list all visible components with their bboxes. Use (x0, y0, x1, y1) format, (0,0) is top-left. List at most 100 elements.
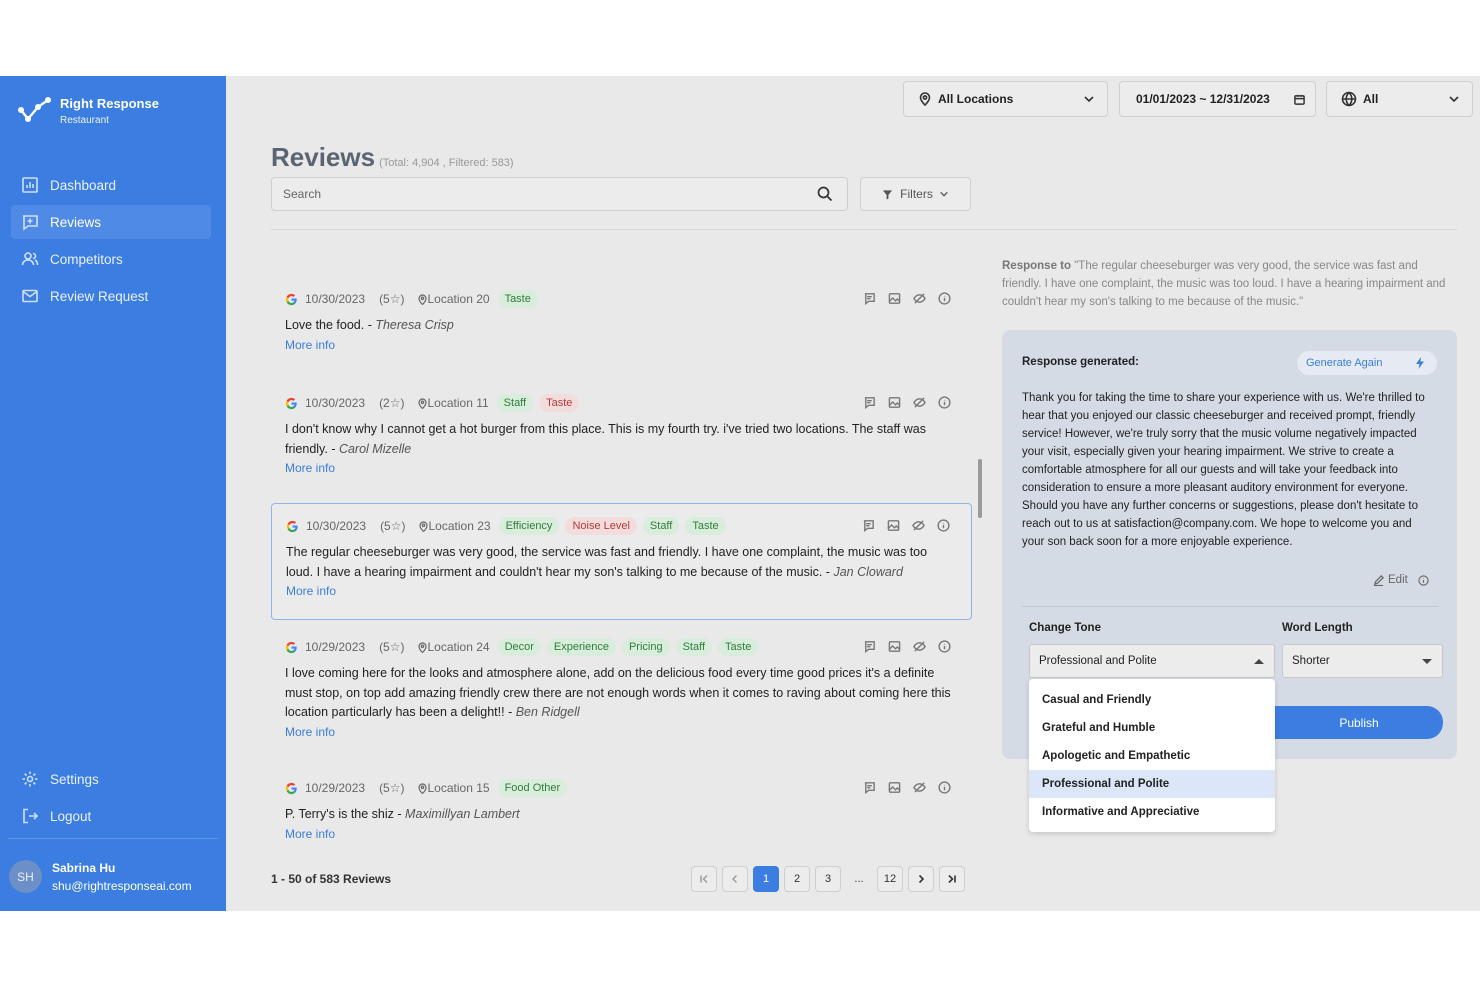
hide-icon[interactable] (913, 396, 927, 410)
sidebar: Right Response Restaurant Dashboard Revi… (0, 76, 226, 911)
tone-option[interactable]: Informative and Appreciative (1029, 798, 1275, 826)
review-item[interactable]: 10/29/2023 (5☆) Location 24 Decor Experience… (271, 637, 972, 742)
search-input[interactable] (283, 187, 803, 201)
last-page-button[interactable] (939, 866, 965, 892)
more-info-link[interactable]: More info (286, 582, 957, 601)
info-icon[interactable] (1418, 574, 1429, 586)
reply-icon[interactable] (862, 519, 876, 533)
sidebar-item-review-request[interactable]: Review Request (11, 279, 211, 313)
more-info-link[interactable]: More info (285, 336, 958, 355)
avatar: SH (9, 860, 42, 893)
reply-icon[interactable] (863, 396, 877, 410)
page-button-3[interactable]: 3 (815, 866, 841, 892)
location-pin-icon (418, 520, 428, 532)
tone-option[interactable]: Grateful and Humble (1029, 714, 1275, 742)
review-item[interactable]: 10/30/2023 (5☆) Location 23 Efficiency Noise… (271, 503, 972, 620)
google-icon (285, 397, 297, 409)
page-button-12[interactable]: 12 (877, 866, 903, 892)
brand[interactable]: Right Response Restaurant (16, 96, 159, 126)
google-icon (285, 782, 297, 794)
info-icon[interactable] (938, 781, 952, 795)
review-actions (852, 396, 952, 410)
review-actions (851, 519, 951, 533)
pencil-icon (1373, 574, 1384, 586)
review-text: I love coming here for the looks and atm… (285, 666, 951, 719)
filters-button[interactable]: Filters (860, 177, 971, 211)
sidebar-nav: Dashboard Reviews Competitors Review Req… (11, 168, 211, 316)
word-length-select[interactable]: Shorter (1282, 644, 1443, 678)
next-page-button[interactable] (908, 866, 934, 892)
review-text: Love the food. - Theresa Crisp (285, 318, 454, 332)
sidebar-item-competitors[interactable]: Competitors (11, 242, 211, 276)
more-info-link[interactable]: More info (285, 825, 958, 844)
sidebar-item-reviews[interactable]: Reviews (11, 205, 211, 239)
review-rating: (2☆) (379, 396, 405, 410)
more-info-link[interactable]: More info (285, 723, 958, 742)
page-button-1[interactable]: 1 (753, 866, 779, 892)
response-text[interactable]: Thank you for taking the time to share y… (1022, 389, 1436, 551)
review-item[interactable]: 10/30/2023 (5☆) Location 20 Taste Love the f… (271, 289, 972, 355)
hide-icon[interactable] (913, 781, 927, 795)
location-pin-icon (417, 782, 427, 794)
more-info-link[interactable]: More info (285, 459, 958, 478)
pagination: 1 2 3 ... 12 (691, 866, 970, 892)
review-tag: Pricing (621, 638, 670, 656)
review-location-text: Location 23 (428, 519, 491, 533)
review-location: Location 11 (417, 396, 489, 410)
review-item[interactable]: 10/29/2023 (5☆) Location 15 Food Other P. Te… (271, 778, 972, 844)
info-icon[interactable] (938, 640, 952, 654)
prev-page-button[interactable] (722, 866, 748, 892)
info-icon[interactable] (938, 292, 952, 306)
image-icon[interactable] (888, 781, 902, 795)
reply-icon[interactable] (863, 292, 877, 306)
tone-select[interactable]: Professional and Polite (1029, 644, 1275, 678)
image-icon[interactable] (888, 640, 902, 654)
review-tag: Food Other (497, 779, 568, 797)
image-icon[interactable] (888, 396, 902, 410)
review-body: Love the food. (285, 318, 365, 332)
reply-icon[interactable] (863, 640, 877, 654)
image-icon[interactable] (888, 292, 902, 306)
header-divider (271, 229, 1457, 230)
tone-option[interactable]: Apologetic and Empathetic (1029, 742, 1275, 770)
tone-option[interactable]: Casual and Friendly (1029, 686, 1275, 714)
generate-again-button[interactable]: Generate Again (1297, 351, 1437, 375)
image-icon[interactable] (887, 519, 901, 533)
review-item[interactable]: 10/30/2023 (2☆) Location 11 Staff Taste I don… (271, 393, 972, 478)
review-tag: Taste (685, 517, 726, 535)
reply-icon[interactable] (863, 781, 877, 795)
pagination-summary: 1 - 50 of 583 Reviews (271, 872, 392, 886)
brand-subtitle: Restaurant (60, 115, 109, 126)
edit-button[interactable]: Edit (1373, 574, 1429, 586)
page-button-2[interactable]: 2 (784, 866, 810, 892)
panel-divider (1022, 606, 1438, 607)
user-profile[interactable]: SH Sabrina Hu shu@rightresponseai.com (9, 860, 192, 893)
tone-option-selected[interactable]: Professional and Polite (1029, 770, 1275, 798)
info-icon[interactable] (937, 519, 951, 533)
sidebar-item-logout[interactable]: Logout (11, 799, 211, 833)
sidebar-item-settings[interactable]: Settings (11, 762, 211, 796)
sidebar-item-label: Reviews (50, 214, 102, 230)
search-icon[interactable] (817, 186, 833, 202)
hide-icon[interactable] (912, 519, 926, 533)
location-pin-icon (417, 293, 427, 305)
location-select[interactable]: All Locations (903, 81, 1108, 117)
language-select[interactable]: All (1326, 81, 1473, 117)
first-page-button[interactable] (691, 866, 717, 892)
hide-icon[interactable] (913, 292, 927, 306)
review-tag: Experience (546, 638, 616, 656)
hide-icon[interactable] (913, 640, 927, 654)
review-text: I don't know why I cannot get a hot burg… (285, 422, 926, 456)
chevron-right-icon (918, 874, 925, 884)
review-rating: (5☆) (379, 292, 405, 306)
chevron-left-icon (732, 875, 737, 883)
info-icon[interactable] (938, 396, 952, 410)
review-tag: Noise Level (565, 517, 637, 535)
location-pin-icon (417, 397, 427, 409)
publish-button[interactable]: Publish (1275, 706, 1443, 739)
sidebar-item-dashboard[interactable]: Dashboard (11, 168, 211, 202)
page-title-text: Reviews (271, 142, 376, 172)
review-totals: (Total: 4,904 , Filtered: 583) (379, 157, 514, 169)
review-list-scrollbar[interactable] (978, 459, 982, 518)
date-range-picker[interactable]: 01/01/2023 ~ 12/31/2023 (1119, 81, 1316, 117)
